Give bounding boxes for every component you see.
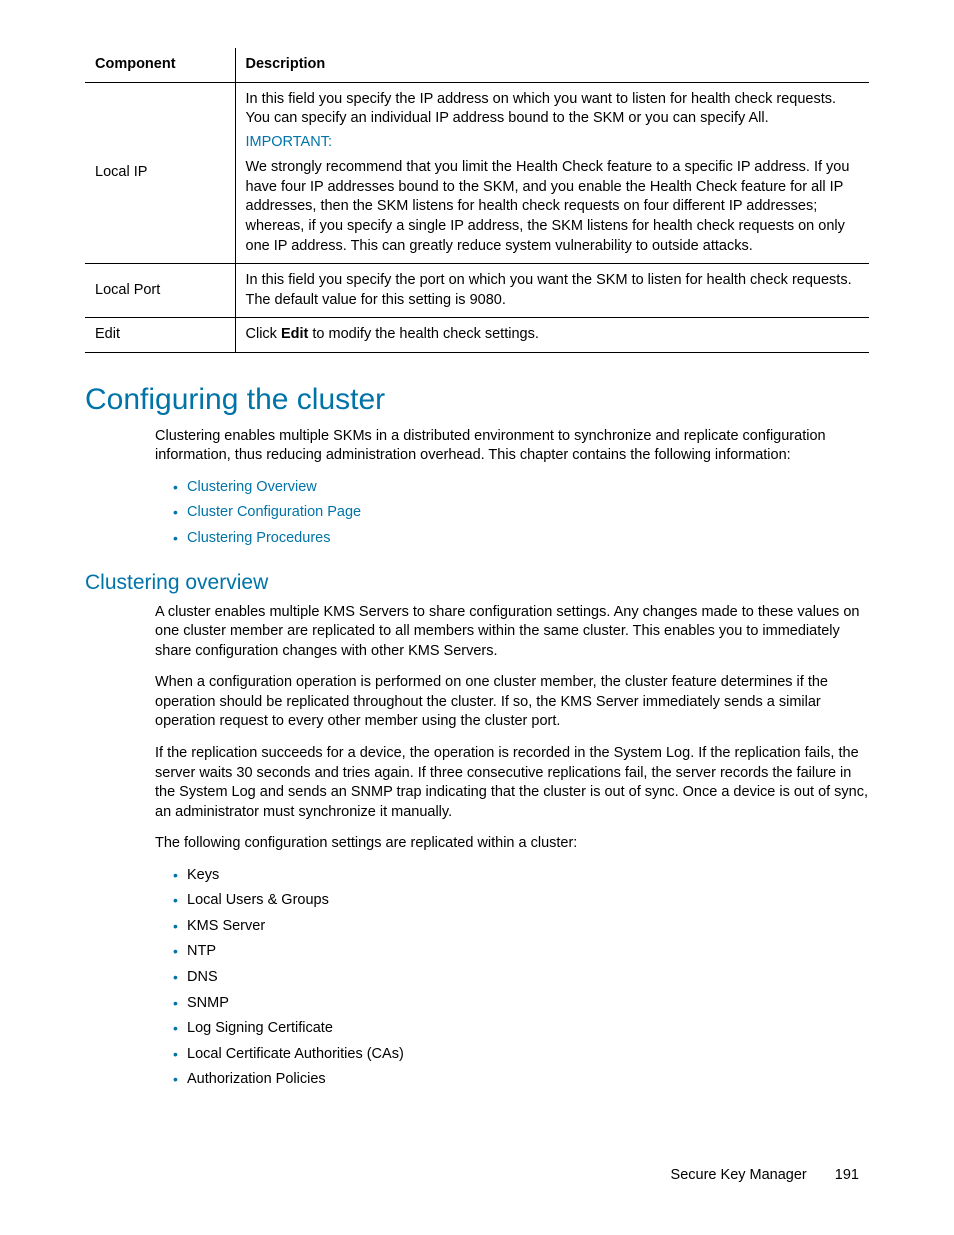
desc-intro: In this field you specify the IP address… <box>246 90 860 129</box>
cell-description: Click Edit to modify the health check se… <box>235 318 869 353</box>
replicated-list: Keys Local Users & Groups KMS Server NTP… <box>155 866 869 1090</box>
list-item: Keys <box>173 866 869 886</box>
link-list: Clustering Overview Cluster Configuratio… <box>155 478 869 549</box>
cell-component: Local IP <box>85 82 235 264</box>
desc-important: We strongly recommend that you limit the… <box>246 158 860 256</box>
list-item: Cluster Configuration Page <box>173 503 869 523</box>
important-label: IMPORTANT: <box>246 133 860 153</box>
cell-description: In this field you specify the port on wh… <box>235 264 869 318</box>
paragraph: The following configuration settings are… <box>155 834 869 854</box>
th-description: Description <box>235 48 869 82</box>
link-clustering-procedures[interactable]: Clustering Procedures <box>187 530 330 546</box>
list-item: Log Signing Certificate <box>173 1019 869 1039</box>
paragraph: A cluster enables multiple KMS Servers t… <box>155 603 869 662</box>
cell-component: Local Port <box>85 264 235 318</box>
list-item: KMS Server <box>173 917 869 937</box>
list-item: Local Users & Groups <box>173 891 869 911</box>
section-intro: Clustering enables multiple SKMs in a di… <box>155 427 869 466</box>
list-item: NTP <box>173 942 869 962</box>
section-heading: Configuring the cluster <box>85 383 869 417</box>
paragraph: If the replication succeeds for a device… <box>155 744 869 822</box>
list-item: Clustering Procedures <box>173 529 869 549</box>
cell-description: In this field you specify the IP address… <box>235 82 869 264</box>
page-number: 191 <box>835 1167 859 1183</box>
list-item: DNS <box>173 968 869 988</box>
subsection-heading: Clustering overview <box>85 571 869 595</box>
component-table: Component Description Local IP In this f… <box>85 48 869 353</box>
th-component: Component <box>85 48 235 82</box>
desc-suffix: to modify the health check settings. <box>308 326 539 342</box>
table-row: Local IP In this field you specify the I… <box>85 82 869 264</box>
paragraph: When a configuration operation is perfor… <box>155 673 869 732</box>
table-header-row: Component Description <box>85 48 869 82</box>
list-item: Local Certificate Authorities (CAs) <box>173 1045 869 1065</box>
table-row: Edit Click Edit to modify the health che… <box>85 318 869 353</box>
cell-component: Edit <box>85 318 235 353</box>
list-item: SNMP <box>173 994 869 1014</box>
page-footer: Secure Key Manager 191 <box>671 1167 859 1183</box>
desc-bold: Edit <box>281 326 308 342</box>
link-clustering-overview[interactable]: Clustering Overview <box>187 479 317 495</box>
list-item: Clustering Overview <box>173 478 869 498</box>
doc-title: Secure Key Manager <box>671 1167 807 1183</box>
table-row: Local Port In this field you specify the… <box>85 264 869 318</box>
desc-prefix: Click <box>246 326 281 342</box>
link-cluster-config-page[interactable]: Cluster Configuration Page <box>187 504 361 520</box>
list-item: Authorization Policies <box>173 1070 869 1090</box>
